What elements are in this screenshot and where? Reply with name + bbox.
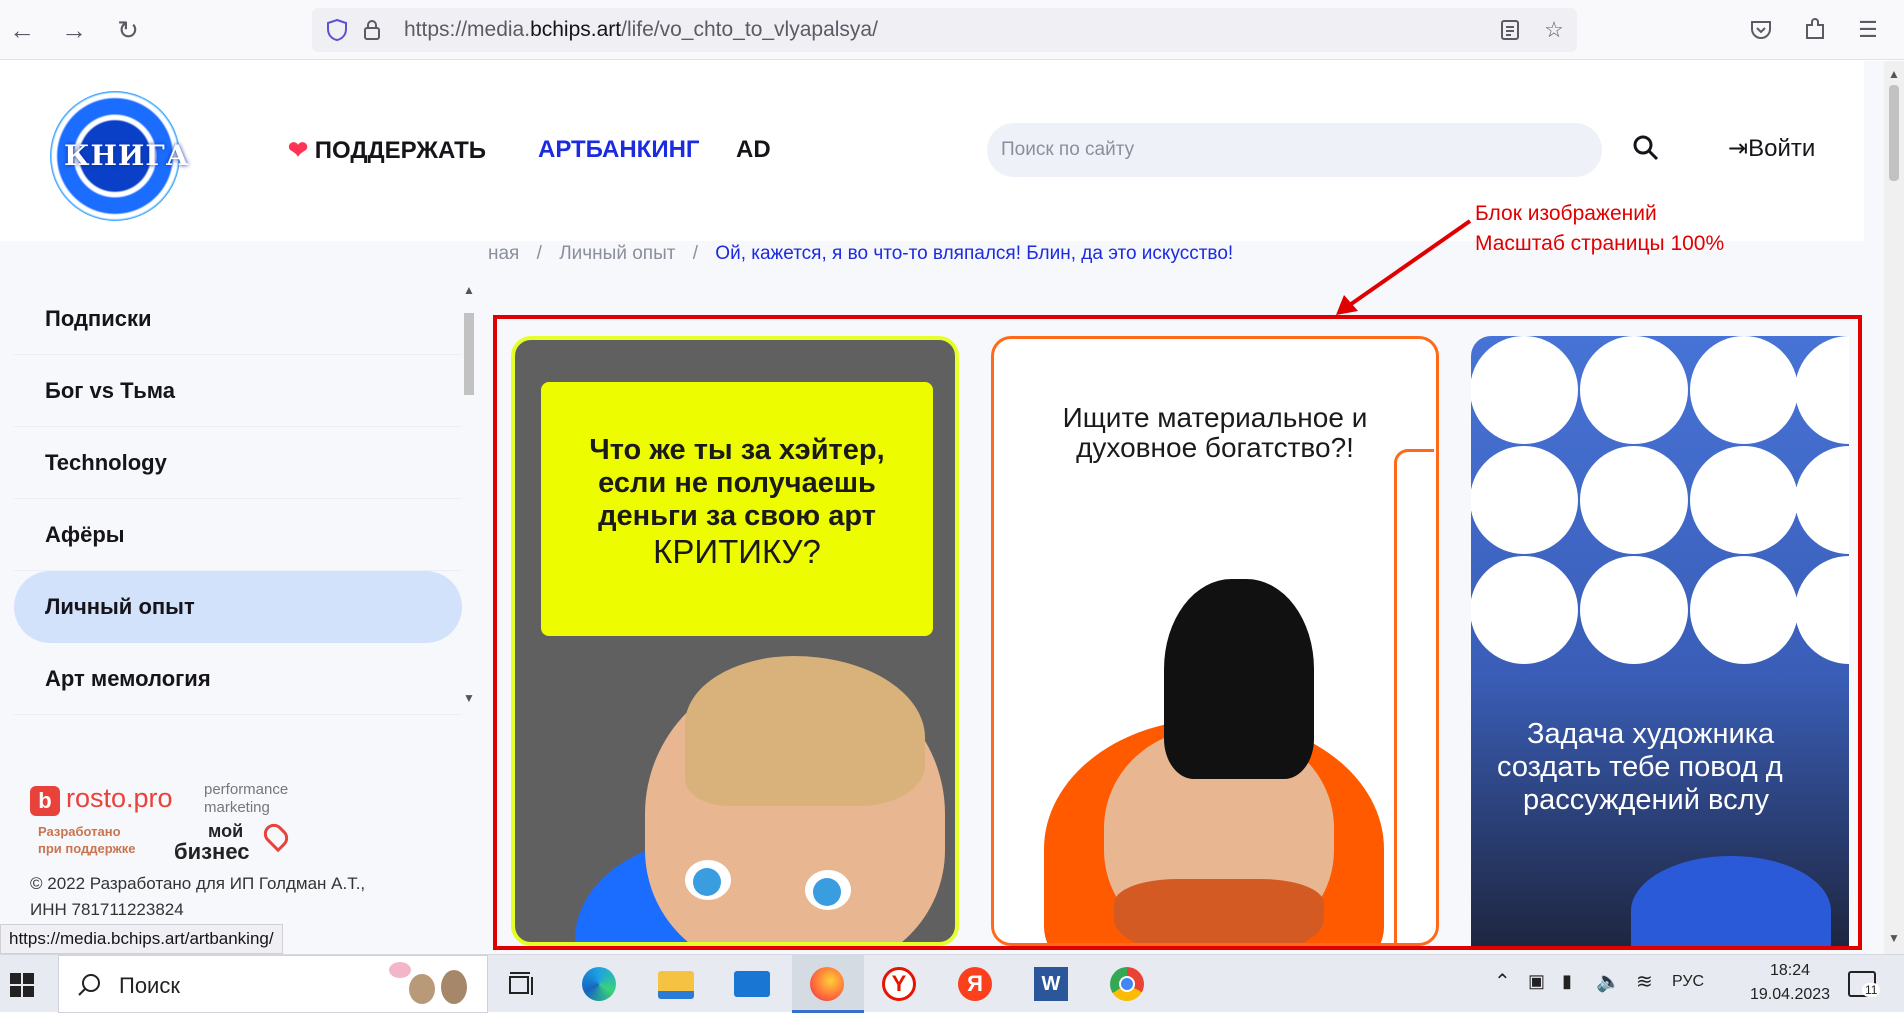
rosto-logo[interactable]: b rosto.pro performance marketing [30,781,310,821]
login-icon: ⇥ [1728,135,1749,162]
highlight-box [493,315,1862,950]
scroll-down-icon[interactable]: ▼ [1884,931,1904,945]
sidebar-item-personal-experience[interactable]: Личный опыт [14,571,462,643]
search-field[interactable] [987,123,1602,177]
taskbar: Поиск Y Я W ⌃ ▣ ▮ 🔈 ≋ РУС 18:24 19.04.20… [0,954,1904,1013]
search-icon[interactable] [1632,134,1660,162]
url-bar[interactable]: https://media.bchips.art/life/vo_chto_to… [312,8,1577,52]
task-view-icon[interactable] [508,971,538,997]
sidebar-item-scams[interactable]: Афёры [14,499,462,571]
scroll-up-icon[interactable]: ▲ [1884,67,1904,81]
sidebar-scrollbar[interactable]: ▲ ▼ [462,283,476,713]
network-icon[interactable]: ≋ [1636,969,1653,994]
shield-icon [327,18,347,42]
breadcrumb-separator: / [536,243,542,264]
taskbar-search[interactable]: Поиск [58,955,488,1013]
rosto-b-icon: b [30,786,60,816]
edge-icon[interactable] [582,967,616,1001]
clock[interactable]: 18:24 19.04.2023 [1745,959,1835,1007]
sidebar-item-art-memology[interactable]: Арт мемология [14,643,462,715]
breadcrumb-separator: / [692,243,699,264]
moy-biznes-logo[interactable]: мой бизнес [174,819,294,871]
yandex-icon[interactable]: Я [958,967,992,1001]
search-icon [78,974,100,996]
rosto-brand-text: rosto.pro [66,783,173,813]
web-page: КНИГА ❤ ПОДДЕРЖАТЬ АРТБАНКИНГ AD ⇥Войти … [0,61,1904,954]
menu-icon[interactable]: ☰ [1852,14,1884,46]
pin-icon [259,819,293,853]
copyright: © 2022 Разработано для ИП Голдман А.Т., … [30,874,366,919]
yandex-browser-icon[interactable]: Y [882,967,916,1001]
chrome-icon[interactable] [1110,967,1144,1001]
reload-icon[interactable]: ↻ [112,14,144,46]
url-text: https://media.bchips.art/life/vo_chto_to… [404,18,878,41]
mail-icon[interactable] [734,971,770,997]
firefox-icon[interactable] [792,955,864,1013]
breadcrumb-section[interactable]: Личный опыт [559,243,675,264]
heart-icon: ❤ [288,137,309,164]
login-link[interactable]: ⇥Войти [1728,134,1815,163]
search-input[interactable] [987,123,1602,177]
sidebar: Подписки Бог vs Тьма Technology Афёры Ли… [0,283,480,715]
page-scrollbar[interactable]: ▲ ▼ [1884,61,1904,954]
breadcrumb-home[interactable]: ная [488,243,519,264]
lock-icon [364,20,380,40]
bookmark-star-icon[interactable]: ☆ [1538,14,1570,46]
annotation-arrow [1336,219,1472,315]
volume-icon[interactable]: 🔈 [1596,969,1621,994]
ad-link[interactable]: AD [736,136,771,164]
developed-with-support: Разработано при поддержке [38,824,136,856]
scroll-up-icon[interactable]: ▲ [462,283,476,303]
breadcrumb: ная / Личный опыт / Ой, кажется, я во чт… [488,243,1233,265]
annotation-text: Блок изображений Масштаб страницы 100% [1475,202,1725,255]
support-link[interactable]: ❤ ПОДДЕРЖАТЬ [288,136,486,165]
pocket-icon[interactable] [1749,18,1773,42]
artbanking-link[interactable]: АРТБАНКИНГ [538,136,700,164]
scrollbar-thumb[interactable] [1889,85,1899,181]
birds-decoration-icon [389,962,484,1010]
sidebar-item-subscriptions[interactable]: Подписки [14,283,462,355]
scrollbar-thumb[interactable] [464,313,474,395]
notification-count: 11 [1862,983,1881,997]
file-explorer-icon[interactable] [658,971,694,999]
reader-view-icon[interactable] [1500,19,1520,41]
extensions-icon[interactable] [1803,16,1827,42]
rosto-tag-line2: marketing [204,799,270,816]
status-url: https://media.bchips.art/artbanking/ [0,924,283,954]
sidebar-item-god-vs-darkness[interactable]: Бог vs Тьма [14,355,462,427]
back-arrow-icon[interactable]: ← [6,14,38,46]
site-logo[interactable]: КНИГА [50,91,189,221]
rosto-tag-line1: performance [204,781,289,798]
notification-icon[interactable]: 11 [1848,971,1881,997]
sidebar-item-technology[interactable]: Technology [14,427,462,499]
language-indicator[interactable]: РУС [1672,973,1704,991]
scroll-down-icon[interactable]: ▼ [462,691,476,711]
battery-icon[interactable]: ▮ [1562,971,1572,992]
meet-now-icon[interactable]: ▣ [1528,971,1545,992]
chevron-up-icon[interactable]: ⌃ [1494,969,1511,994]
word-icon[interactable]: W [1034,967,1068,1001]
browser-toolbar: ← → ↻ https://media.bchips.art/life/vo_c… [0,0,1904,60]
windows-start-icon[interactable] [10,973,34,997]
forward-arrow-icon[interactable]: → [58,14,90,46]
breadcrumb-current: Ой, кажется, я во что-то вляпался! Блин,… [715,243,1234,264]
